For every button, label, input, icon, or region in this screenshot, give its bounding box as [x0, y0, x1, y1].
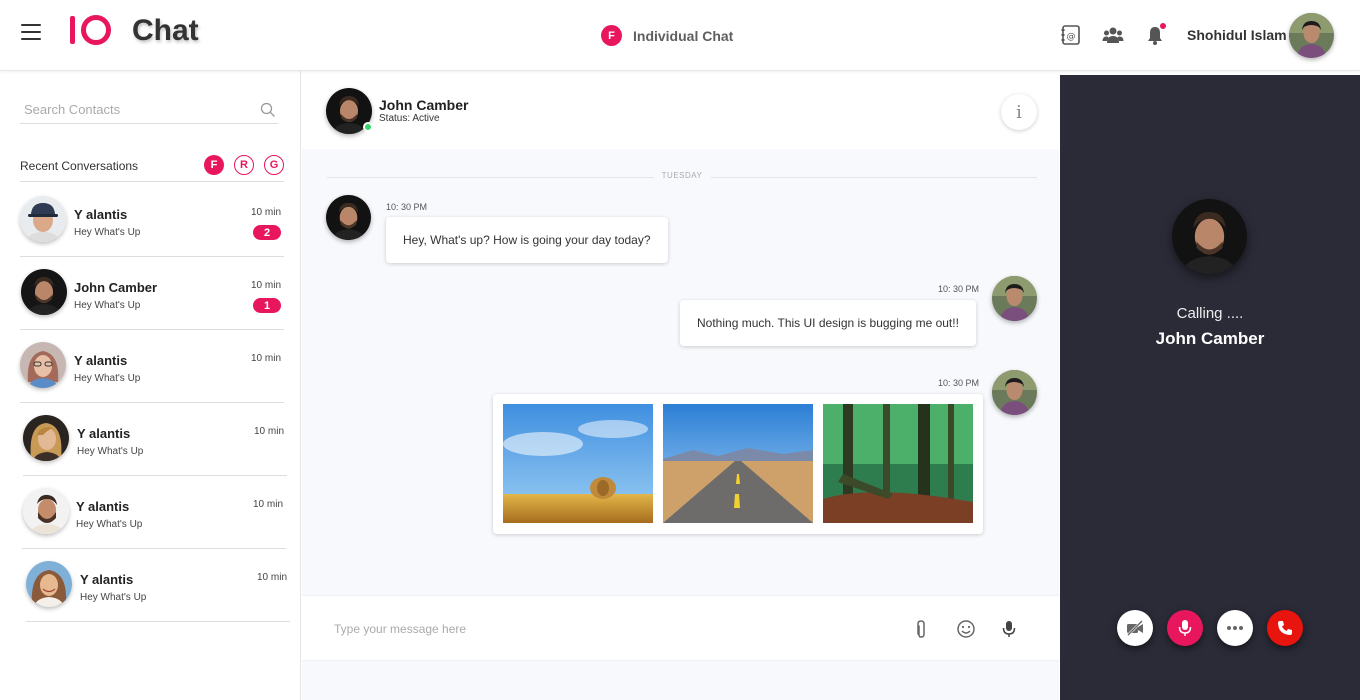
mute-button[interactable]: [1167, 610, 1203, 646]
conversation-name: Y alantis: [76, 499, 130, 514]
day-separator: TUESDAY: [327, 171, 1037, 183]
conversation-name: Y alantis: [74, 353, 128, 368]
search-icon[interactable]: [260, 102, 276, 118]
attached-image-hay-field[interactable]: [503, 404, 653, 523]
svg-text:@: @: [1067, 32, 1076, 42]
avatar: [20, 196, 66, 242]
page-title: F Individual Chat: [601, 25, 733, 46]
day-separator-label: TUESDAY: [653, 171, 711, 180]
chat-panel: John Camber Status: Active i TUESDAY 10:…: [302, 71, 1059, 700]
unread-badge: 2: [253, 225, 281, 240]
more-icon: [1227, 626, 1243, 630]
filter-r-button[interactable]: R: [234, 155, 254, 175]
message-bubble: Hey, What's up? How is going your day to…: [386, 217, 668, 263]
avatar: [23, 415, 69, 461]
search-box: [20, 98, 278, 124]
conversation-item[interactable]: Y alantis Hey What's Up 10 min 2: [20, 184, 284, 257]
microphone-icon[interactable]: [999, 619, 1019, 639]
call-panel: Calling .... John Camber: [1060, 75, 1360, 700]
top-bar: Chat F Individual Chat @ Shohidul Islam: [0, 0, 1360, 71]
conversation-filters: F R G: [204, 155, 284, 175]
conversation-name: Y alantis: [80, 572, 134, 587]
avatar: [23, 488, 69, 534]
caller-name: John Camber: [1155, 329, 1265, 348]
conversation-time: 10 min: [250, 207, 281, 218]
conversation-time: 10 min: [256, 572, 287, 583]
info-button[interactable]: i: [1001, 94, 1037, 130]
conversation-time: 10 min: [253, 426, 284, 437]
microphone-icon: [1178, 620, 1192, 636]
hamburger-menu-icon[interactable]: [21, 24, 41, 40]
video-off-icon: [1127, 620, 1143, 636]
search-input[interactable]: [20, 98, 250, 120]
hang-up-button[interactable]: [1267, 610, 1303, 646]
conversation-preview: Hey What's Up: [74, 300, 141, 311]
caller-avatar: [1172, 199, 1247, 274]
conversation-item[interactable]: Y alantis Hey What's Up 10 min: [20, 330, 284, 403]
my-avatar: [992, 370, 1037, 415]
conversation-preview: Hey What's Up: [77, 446, 144, 457]
avatar: [26, 561, 72, 607]
conversation-item[interactable]: John Camber Hey What's Up 10 min 1: [20, 257, 284, 330]
message-composer: [302, 595, 1059, 661]
recent-conversations-header: Recent Conversations F R G: [20, 155, 284, 182]
contacts-sidebar: Recent Conversations F R G Y alantis Hey…: [0, 71, 301, 700]
filter-g-button[interactable]: G: [264, 155, 284, 175]
contact-name: John Camber: [379, 97, 469, 113]
attached-image-desert-road[interactable]: [663, 404, 813, 523]
conversation-name: Y alantis: [74, 207, 128, 222]
video-off-button[interactable]: [1117, 610, 1153, 646]
filter-f-button[interactable]: F: [204, 155, 224, 175]
group-icon[interactable]: [1102, 24, 1124, 46]
unread-badge: 1: [253, 298, 281, 313]
page-title-text: Individual Chat: [633, 27, 734, 44]
current-user-avatar[interactable]: [1289, 13, 1334, 58]
contact-status: Status: Active: [379, 113, 440, 124]
attachment-icon[interactable]: [911, 619, 931, 639]
conversation-preview: Hey What's Up: [76, 519, 143, 530]
bell-icon[interactable]: [1144, 23, 1166, 46]
message-time: 10: 30 PM: [938, 284, 980, 294]
contact-avatar[interactable]: [326, 88, 373, 134]
chat-type-badge: F: [601, 25, 622, 46]
online-status-dot: [363, 122, 373, 132]
conversation-item[interactable]: Y alantis Hey What's Up 10 min: [22, 476, 286, 549]
conversation-name: John Camber: [74, 280, 158, 295]
call-status: Calling ....: [1176, 305, 1244, 322]
contacts-book-icon[interactable]: @: [1060, 24, 1082, 46]
app-title: Chat: [132, 14, 199, 47]
conversation-item[interactable]: Y alantis Hey What's Up 10 min: [26, 549, 290, 622]
app-logo: [70, 14, 114, 48]
message-time: 10: 30 PM: [386, 202, 428, 212]
conversation-item[interactable]: Y alantis Hey What's Up 10 min: [23, 403, 287, 476]
conversation-preview: Hey What's Up: [80, 592, 147, 603]
conversation-name: Y alantis: [77, 426, 131, 441]
image-message: [493, 394, 983, 534]
conversation-preview: Hey What's Up: [74, 373, 141, 384]
attached-image-forest[interactable]: [823, 404, 973, 523]
conversation-time: 10 min: [250, 353, 281, 364]
message-bubble: Nothing much. This UI design is bugging …: [680, 300, 976, 346]
more-options-button[interactable]: [1217, 610, 1253, 646]
avatar: [20, 342, 66, 388]
conversation-time: 10 min: [250, 280, 281, 291]
chat-header: John Camber Status: Active i: [302, 71, 1059, 149]
my-avatar: [992, 276, 1037, 321]
conversation-preview: Hey What's Up: [74, 227, 141, 238]
sender-avatar: [326, 195, 371, 240]
notification-dot: [1160, 23, 1166, 29]
message-input[interactable]: [334, 618, 894, 640]
recent-conversations-label: Recent Conversations: [20, 159, 139, 173]
current-user-name[interactable]: Shohidul Islam: [1187, 27, 1287, 43]
avatar: [21, 269, 67, 315]
emoji-icon[interactable]: [956, 619, 976, 639]
message-time: 10: 30 PM: [938, 378, 980, 388]
top-icons: @: [1060, 23, 1166, 46]
phone-hangup-icon: [1278, 621, 1292, 635]
conversation-time: 10 min: [252, 499, 283, 510]
